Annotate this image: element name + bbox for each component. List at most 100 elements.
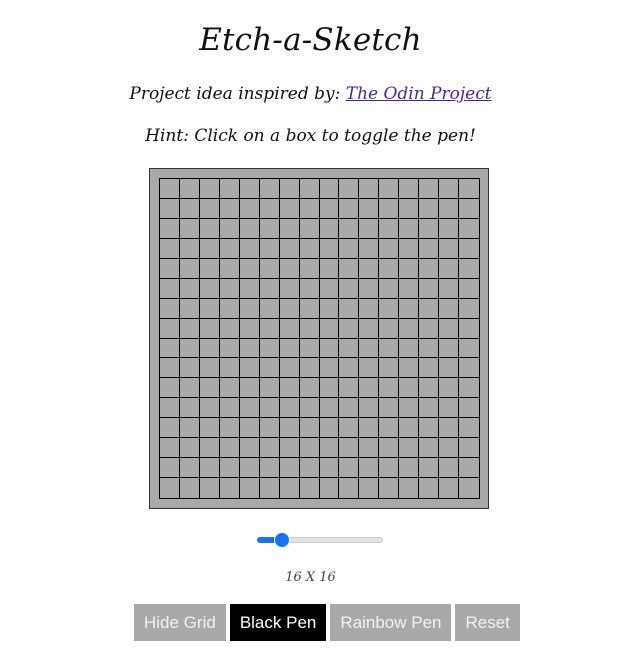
- grid-cell[interactable]: [239, 418, 260, 439]
- grid-cell[interactable]: [219, 298, 240, 319]
- grid-cell[interactable]: [319, 318, 340, 339]
- grid-cell[interactable]: [179, 298, 200, 319]
- grid-cell[interactable]: [259, 338, 280, 359]
- grid-cell[interactable]: [179, 218, 200, 239]
- grid-cell[interactable]: [379, 258, 400, 279]
- grid-cell[interactable]: [299, 179, 320, 199]
- grid-cell[interactable]: [219, 458, 240, 479]
- grid-cell[interactable]: [279, 238, 300, 259]
- grid-cell[interactable]: [459, 298, 479, 319]
- grid-cell[interactable]: [259, 458, 280, 479]
- grid-cell[interactable]: [219, 318, 240, 339]
- grid-cell[interactable]: [399, 378, 420, 399]
- grid-cell[interactable]: [299, 438, 320, 459]
- grid-cell[interactable]: [319, 398, 340, 419]
- grid-cell[interactable]: [179, 338, 200, 359]
- grid-cell[interactable]: [199, 338, 220, 359]
- grid-cell[interactable]: [459, 418, 479, 439]
- reset-button[interactable]: Reset: [455, 604, 520, 641]
- grid-cell[interactable]: [419, 198, 440, 219]
- grid-cell[interactable]: [459, 278, 479, 299]
- grid-cell[interactable]: [219, 478, 240, 498]
- grid-cell[interactable]: [359, 298, 380, 319]
- grid-cell[interactable]: [219, 179, 240, 199]
- grid-cell[interactable]: [339, 358, 360, 379]
- grid-cell[interactable]: [199, 438, 220, 459]
- grid-cell[interactable]: [459, 198, 479, 219]
- grid-cell[interactable]: [379, 318, 400, 339]
- grid-cell[interactable]: [399, 358, 420, 379]
- grid-cell[interactable]: [379, 438, 400, 459]
- grid-cell[interactable]: [219, 278, 240, 299]
- grid-cell[interactable]: [439, 358, 460, 379]
- grid-cell[interactable]: [459, 398, 479, 419]
- grid-cell[interactable]: [179, 378, 200, 399]
- grid-cell[interactable]: [279, 278, 300, 299]
- grid-cell[interactable]: [199, 218, 220, 239]
- grid-cell[interactable]: [379, 238, 400, 259]
- grid-cell[interactable]: [399, 338, 420, 359]
- grid-cell[interactable]: [459, 179, 479, 199]
- grid-cell[interactable]: [339, 298, 360, 319]
- grid-cell[interactable]: [339, 398, 360, 419]
- grid-cell[interactable]: [239, 179, 260, 199]
- grid-cell[interactable]: [299, 478, 320, 498]
- grid-cell[interactable]: [419, 418, 440, 439]
- grid-cell[interactable]: [379, 198, 400, 219]
- grid-cell[interactable]: [259, 298, 280, 319]
- grid-cell[interactable]: [279, 398, 300, 419]
- grid-cell[interactable]: [379, 418, 400, 439]
- grid-cell[interactable]: [339, 238, 360, 259]
- grid-cell[interactable]: [259, 478, 280, 498]
- grid-cell[interactable]: [279, 418, 300, 439]
- grid-cell[interactable]: [459, 258, 479, 279]
- grid-cell[interactable]: [259, 278, 280, 299]
- grid-cell[interactable]: [160, 358, 180, 379]
- grid-cell[interactable]: [439, 258, 460, 279]
- grid-cell[interactable]: [379, 278, 400, 299]
- grid-cell[interactable]: [160, 218, 180, 239]
- grid-cell[interactable]: [379, 478, 400, 498]
- grid-cell[interactable]: [259, 238, 280, 259]
- grid-cell[interactable]: [359, 238, 380, 259]
- grid-cell[interactable]: [239, 218, 260, 239]
- grid-cell[interactable]: [339, 198, 360, 219]
- grid-cell[interactable]: [179, 179, 200, 199]
- grid-cell[interactable]: [399, 198, 420, 219]
- grid-cell[interactable]: [419, 438, 440, 459]
- grid-cell[interactable]: [259, 258, 280, 279]
- grid-cell[interactable]: [459, 458, 479, 479]
- grid-cell[interactable]: [399, 478, 420, 498]
- grid-cell[interactable]: [179, 198, 200, 219]
- grid-cell[interactable]: [179, 318, 200, 339]
- grid-cell[interactable]: [319, 258, 340, 279]
- grid-cell[interactable]: [199, 478, 220, 498]
- grid-cell[interactable]: [319, 438, 340, 459]
- hide-grid-button[interactable]: Hide Grid: [134, 604, 226, 641]
- grid-cell[interactable]: [419, 398, 440, 419]
- grid-cell[interactable]: [319, 278, 340, 299]
- grid-cell[interactable]: [219, 218, 240, 239]
- grid-cell[interactable]: [419, 298, 440, 319]
- grid-cell[interactable]: [359, 378, 380, 399]
- grid-cell[interactable]: [259, 318, 280, 339]
- grid-cell[interactable]: [279, 198, 300, 219]
- grid-cell[interactable]: [439, 458, 460, 479]
- grid-cell[interactable]: [399, 458, 420, 479]
- grid-cell[interactable]: [319, 198, 340, 219]
- grid-cell[interactable]: [399, 238, 420, 259]
- grid-cell[interactable]: [379, 218, 400, 239]
- grid-cell[interactable]: [419, 238, 440, 259]
- grid-cell[interactable]: [179, 478, 200, 498]
- grid-cell[interactable]: [359, 338, 380, 359]
- grid-cell[interactable]: [279, 179, 300, 199]
- grid-cell[interactable]: [339, 318, 360, 339]
- grid-cell[interactable]: [299, 218, 320, 239]
- grid-cell[interactable]: [379, 378, 400, 399]
- grid-cell[interactable]: [299, 298, 320, 319]
- grid-cell[interactable]: [459, 358, 479, 379]
- grid-cell[interactable]: [239, 258, 260, 279]
- grid-cell[interactable]: [399, 179, 420, 199]
- grid-cell[interactable]: [199, 278, 220, 299]
- grid-cell[interactable]: [419, 338, 440, 359]
